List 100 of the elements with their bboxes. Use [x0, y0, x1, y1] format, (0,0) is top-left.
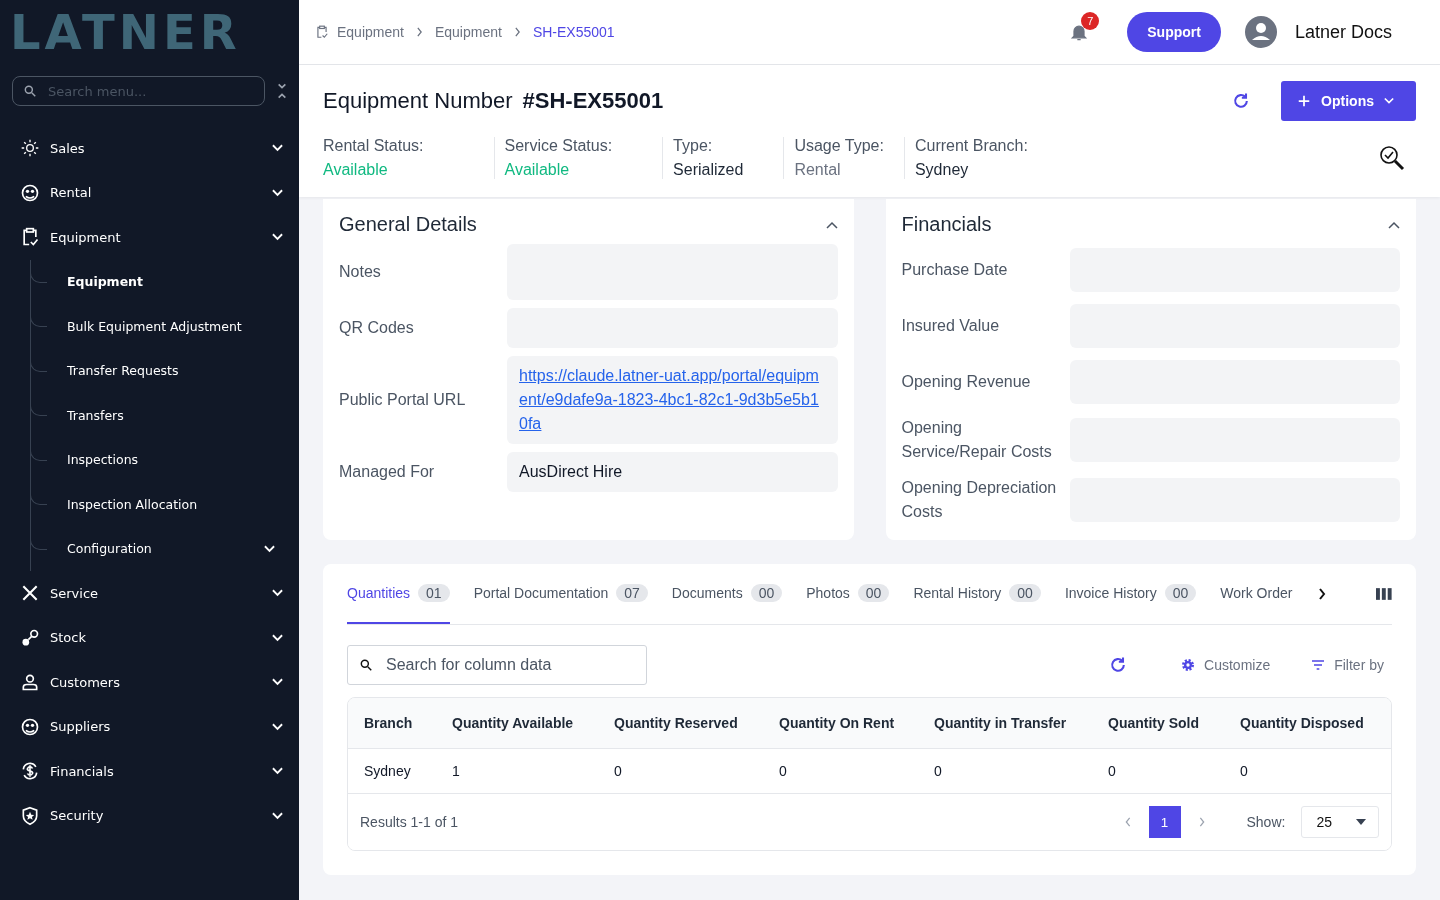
table-cell-text: 0 [934, 763, 943, 779]
field-label: Opening Depreciation Costs [901, 478, 1058, 522]
nav-item[interactable]: Stock [0, 615, 299, 660]
column-header: Quantity Available [452, 715, 575, 731]
dollar-icon [20, 761, 40, 782]
nav-item[interactable]: Security [0, 793, 299, 838]
chevron-down-icon [272, 767, 283, 776]
submenu-item[interactable]: Transfers [31, 393, 275, 438]
tab[interactable]: Invoice History 00 [1064, 564, 1197, 624]
submenu-item[interactable]: Configuration [31, 526, 275, 571]
logo: LATNER [9, 3, 242, 60]
column-header: Quantity On Rent [779, 715, 896, 731]
gear-icon [1180, 657, 1197, 673]
support-button[interactable]: Support [1127, 12, 1221, 52]
chevron-right-icon [513, 27, 521, 37]
collapse-icon[interactable] [277, 82, 287, 100]
table-cell-text: Sydney [364, 763, 412, 779]
field-label: Public Portal URL [339, 390, 467, 410]
tab[interactable]: Documents 00 [671, 564, 783, 624]
nav-label: Rental [50, 185, 93, 201]
status-label: Usage Type: [794, 137, 884, 155]
nav-label: Suppliers [50, 719, 112, 735]
chevron-down-icon [272, 633, 283, 642]
breadcrumb-link[interactable]: SH-EX55001 [532, 24, 615, 40]
nav-item[interactable]: Equipment [0, 215, 299, 260]
nav-label: Sales [50, 140, 86, 156]
columns-icon[interactable] [1376, 588, 1392, 600]
table-cell-text: 0 [614, 763, 623, 779]
chevron-right-icon [415, 27, 423, 37]
chevron-down-icon [264, 544, 275, 553]
nav-label: Security [50, 808, 105, 824]
show-label: Show: [1246, 814, 1286, 830]
submenu-item[interactable]: Inspection Allocation [31, 482, 275, 527]
column-header: Quantity in Transfer [934, 715, 1068, 731]
nav-item[interactable]: Sales [0, 126, 299, 171]
chevron-down-icon [272, 144, 283, 153]
magnifier-check-icon[interactable] [1378, 144, 1406, 172]
tab[interactable]: Portal Documentation 07 [473, 564, 648, 624]
nav-item[interactable]: Suppliers [0, 704, 299, 749]
field-label: Insured Value [901, 316, 1001, 336]
nav-label: Stock [50, 630, 87, 646]
nav-label: Customers [50, 674, 121, 690]
column-header: Quantity Reserved [614, 715, 739, 731]
table-cell-text: 0 [779, 763, 788, 779]
nav-item[interactable]: Customers [0, 660, 299, 705]
nav-item[interactable]: Service [0, 571, 299, 616]
field-label: Managed For [339, 462, 436, 482]
customize-button[interactable]: Customize [1172, 657, 1279, 673]
menu-search-field[interactable]: Search menu... [12, 76, 265, 106]
chevron-down-icon [272, 678, 283, 687]
table-search-field[interactable]: Search for column data [347, 645, 647, 685]
field-label: Opening Service/Repair Costs [901, 418, 1053, 462]
options-button[interactable]: Options [1281, 81, 1416, 121]
user-name[interactable]: Latner Docs [1294, 21, 1392, 43]
search-icon [23, 84, 37, 98]
table-cell-text: 0 [1108, 763, 1117, 779]
portal-link[interactable]: https://claude.latner-uat.app/portal/equipment/e9dafe9a-1823-4bc1-82c1-9d3b5e5b10fa [519, 364, 826, 436]
page-button[interactable]: 1 [1148, 806, 1181, 838]
tab[interactable]: Quantities 01 [347, 564, 450, 624]
tab[interactable]: Work Order [1220, 564, 1293, 624]
shield-icon [20, 805, 40, 826]
equipment-number: #SH-EX55001 [522, 88, 664, 114]
avatar-icon[interactable] [1244, 16, 1277, 48]
status-value: Available [504, 161, 571, 179]
submenu-item[interactable]: Equipment [31, 259, 275, 304]
tab[interactable]: Photos 00 [806, 564, 890, 624]
submenu-item[interactable]: Inspections [31, 437, 275, 482]
results-text: Results 1-1 of 1 [360, 814, 459, 830]
card-title: Financials [901, 213, 992, 236]
status-value: Sydney [914, 161, 970, 179]
breadcrumb-link[interactable]: Equipment [434, 24, 502, 40]
table-cell-text: 1 [452, 763, 461, 779]
status-label: Current Branch: [914, 137, 1028, 155]
notification-count: 7 [1081, 12, 1100, 30]
page-title: Equipment Number [323, 88, 513, 114]
field-label: QR Codes [339, 318, 415, 338]
field-label: Notes [339, 262, 382, 282]
chevron-down-icon [272, 188, 283, 197]
nav-item[interactable]: Financials [0, 749, 299, 794]
chevron-down-icon [272, 811, 283, 820]
column-header: Quantity Disposed [1240, 715, 1365, 731]
face-icon [20, 716, 40, 737]
status-value: Serialized [673, 161, 744, 179]
submenu-item[interactable]: Transfer Requests [31, 348, 275, 393]
filter-icon [1310, 657, 1327, 673]
page-size-select[interactable]: 25 [1301, 806, 1379, 838]
status-label: Type: [673, 137, 714, 155]
field-label: Purchase Date [901, 260, 1009, 280]
status-value: Rental [794, 161, 842, 179]
status-label: Rental Status: [323, 137, 424, 155]
breadcrumb-link[interactable]: Equipment [337, 24, 404, 40]
nav-label: Service [50, 585, 100, 601]
field-label: Opening Revenue [901, 372, 1032, 392]
filter-button[interactable]: Filter by [1302, 657, 1392, 673]
caret-down-icon [1356, 817, 1366, 827]
submenu-item[interactable]: Bulk Equipment Adjustment [31, 304, 275, 349]
tab[interactable]: Rental History 00 [913, 564, 1041, 624]
nav-item[interactable]: Rental [0, 170, 299, 215]
chevron-down-icon [272, 722, 283, 731]
clipboard-icon [20, 227, 40, 248]
